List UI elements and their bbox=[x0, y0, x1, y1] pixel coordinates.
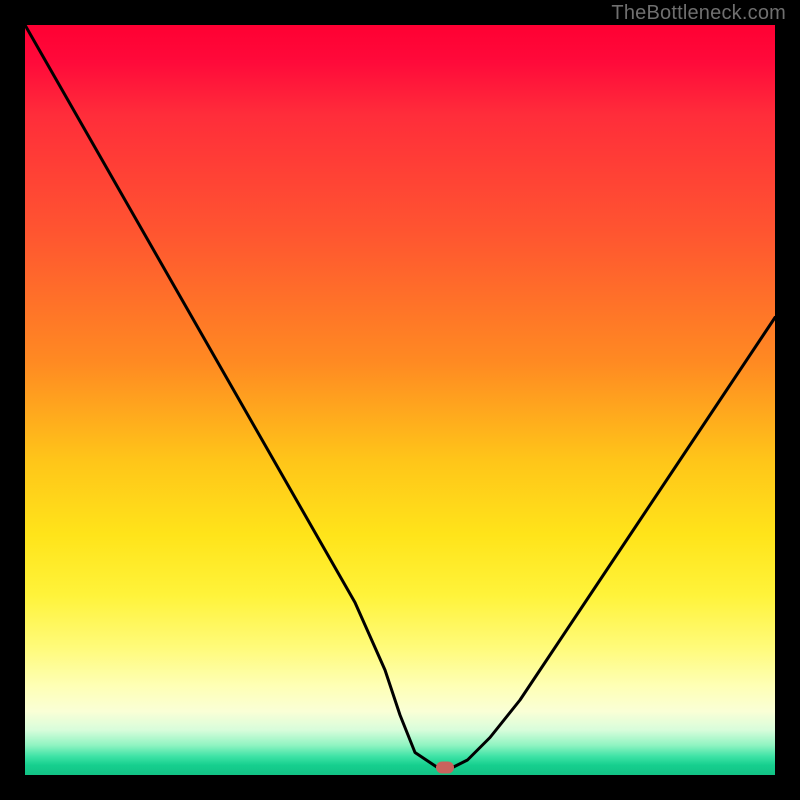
chart-frame: TheBottleneck.com bbox=[0, 0, 800, 800]
optimal-marker bbox=[436, 762, 454, 774]
curve-layer bbox=[25, 25, 775, 775]
watermark-text: TheBottleneck.com bbox=[611, 2, 786, 25]
plot-area bbox=[25, 25, 775, 775]
bottleneck-curve bbox=[25, 25, 775, 768]
